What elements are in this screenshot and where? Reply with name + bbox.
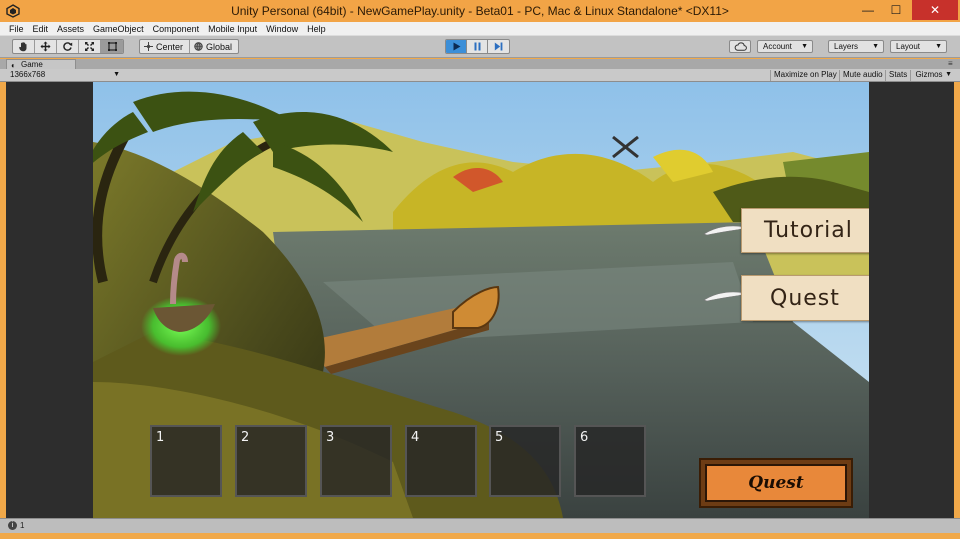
tab-game-label: Game — [21, 60, 43, 69]
minimize-button[interactable]: — — [854, 0, 882, 20]
slot-number: 1 — [156, 430, 165, 445]
play-button[interactable] — [446, 40, 467, 53]
step-icon — [494, 42, 503, 51]
tutorial-button[interactable]: Tutorial — [741, 208, 869, 253]
layout-label: Layout — [896, 42, 921, 51]
info-icon: i — [8, 521, 17, 530]
resolution-label: 1366x768 — [10, 70, 46, 79]
menu-file[interactable]: File — [9, 24, 24, 34]
mute-audio-toggle[interactable]: Mute audio — [839, 70, 885, 81]
slot-number: 3 — [326, 430, 335, 445]
rect-transform-icon — [107, 42, 117, 51]
menu-edit[interactable]: Edit — [33, 24, 49, 34]
chevron-down-icon: ▼ — [113, 71, 120, 78]
pivot-global-toggle[interactable]: Global — [190, 40, 238, 53]
chevron-down-icon: ▼ — [935, 43, 942, 50]
account-dropdown[interactable]: Account ▼ — [757, 40, 813, 53]
taskbar-strip — [0, 533, 960, 539]
status-bar: i 1 — [0, 518, 960, 533]
unity-editor-window: Unity Personal (64bit) - NewGamePlay.uni… — [0, 0, 960, 539]
transform-tools — [12, 39, 124, 54]
game-viewport: Tutorial Quest 1 2 3 4 5 6 Quest — [6, 82, 954, 518]
rotate-icon — [63, 42, 73, 51]
game-render[interactable]: Tutorial Quest 1 2 3 4 5 6 Quest — [93, 82, 869, 518]
menu-bar: File Edit Assets GameObject Component Mo… — [0, 22, 960, 36]
close-button[interactable]: ✕ — [912, 0, 958, 20]
title-bar: Unity Personal (64bit) - NewGamePlay.uni… — [0, 0, 960, 22]
hand-tool-button[interactable] — [13, 40, 35, 53]
pause-icon — [474, 42, 480, 51]
globe-icon — [194, 42, 203, 51]
quest-button-label: Quest — [705, 464, 847, 502]
chevron-down-icon: ▼ — [872, 43, 879, 50]
menu-help[interactable]: Help — [307, 24, 326, 34]
chevron-down-icon: ▼ — [801, 43, 808, 50]
inventory-slot[interactable]: 3 — [320, 425, 392, 497]
scale-icon — [85, 42, 94, 51]
gizmos-label: Gizmos — [915, 70, 943, 79]
tab-game[interactable]: ◐ Game — [6, 59, 76, 70]
pause-button[interactable] — [467, 40, 488, 53]
pivot-center-toggle[interactable]: Center — [140, 40, 191, 53]
game-view-toolbar: 1366x768 ▼ Maximize on Play Mute audio S… — [0, 69, 960, 82]
slot-number: 4 — [411, 430, 420, 445]
cloud-icon — [734, 42, 747, 51]
step-button[interactable] — [488, 40, 509, 53]
menu-gameobject[interactable]: GameObject — [93, 24, 144, 34]
slot-number: 6 — [580, 430, 589, 445]
rotate-tool-button[interactable] — [57, 40, 79, 53]
inventory-slot[interactable]: 4 — [405, 425, 477, 497]
menu-assets[interactable]: Assets — [57, 24, 84, 34]
scale-tool-button[interactable] — [79, 40, 101, 53]
status-message[interactable]: 1 — [20, 521, 24, 530]
playback-controls — [445, 39, 510, 54]
game-tab-strip: ◐ Game ≡ — [0, 59, 960, 70]
window-title: Unity Personal (64bit) - NewGamePlay.uni… — [231, 4, 729, 18]
inventory-slot[interactable]: 6 — [574, 425, 646, 497]
slot-number: 5 — [495, 430, 504, 445]
layout-dropdown[interactable]: Layout ▼ — [890, 40, 947, 53]
quest-button[interactable]: Quest — [699, 458, 853, 508]
inventory-slot[interactable]: 2 — [235, 425, 307, 497]
chevron-down-icon: ▼ — [945, 71, 952, 78]
maximize-on-play-toggle[interactable]: Maximize on Play — [770, 70, 839, 81]
cloud-services-button[interactable] — [729, 40, 751, 53]
slot-number: 2 — [241, 430, 250, 445]
menu-component[interactable]: Component — [153, 24, 200, 34]
pivot-toggles: Center Global — [139, 39, 240, 54]
move-tool-button[interactable] — [35, 40, 57, 53]
quest-menu-button[interactable]: Quest — [741, 275, 869, 321]
main-toolbar: Center Global Account ▼ Layers ▼ Layout … — [0, 36, 960, 58]
inventory-slot[interactable]: 5 — [489, 425, 561, 497]
tab-menu-icon[interactable]: ≡ — [948, 59, 953, 68]
inventory-slot[interactable]: 1 — [150, 425, 222, 497]
account-label: Account — [763, 42, 792, 51]
pivot-center-label: Center — [156, 41, 184, 52]
rect-tool-button[interactable] — [101, 40, 123, 53]
stats-toggle[interactable]: Stats — [885, 70, 910, 81]
menu-window[interactable]: Window — [266, 24, 298, 34]
gizmos-dropdown[interactable]: Gizmos ▼ — [910, 70, 954, 81]
layers-dropdown[interactable]: Layers ▼ — [828, 40, 884, 53]
move-arrows-icon — [40, 41, 51, 52]
maximize-button[interactable]: ☐ — [882, 0, 910, 20]
layers-label: Layers — [834, 42, 859, 51]
pivot-center-icon — [144, 42, 153, 51]
play-icon — [453, 42, 460, 51]
pivot-global-label: Global — [206, 41, 233, 52]
resolution-dropdown[interactable]: 1366x768 ▼ — [6, 70, 122, 81]
menu-mobile-input[interactable]: Mobile Input — [208, 24, 257, 34]
hand-icon — [19, 42, 27, 52]
